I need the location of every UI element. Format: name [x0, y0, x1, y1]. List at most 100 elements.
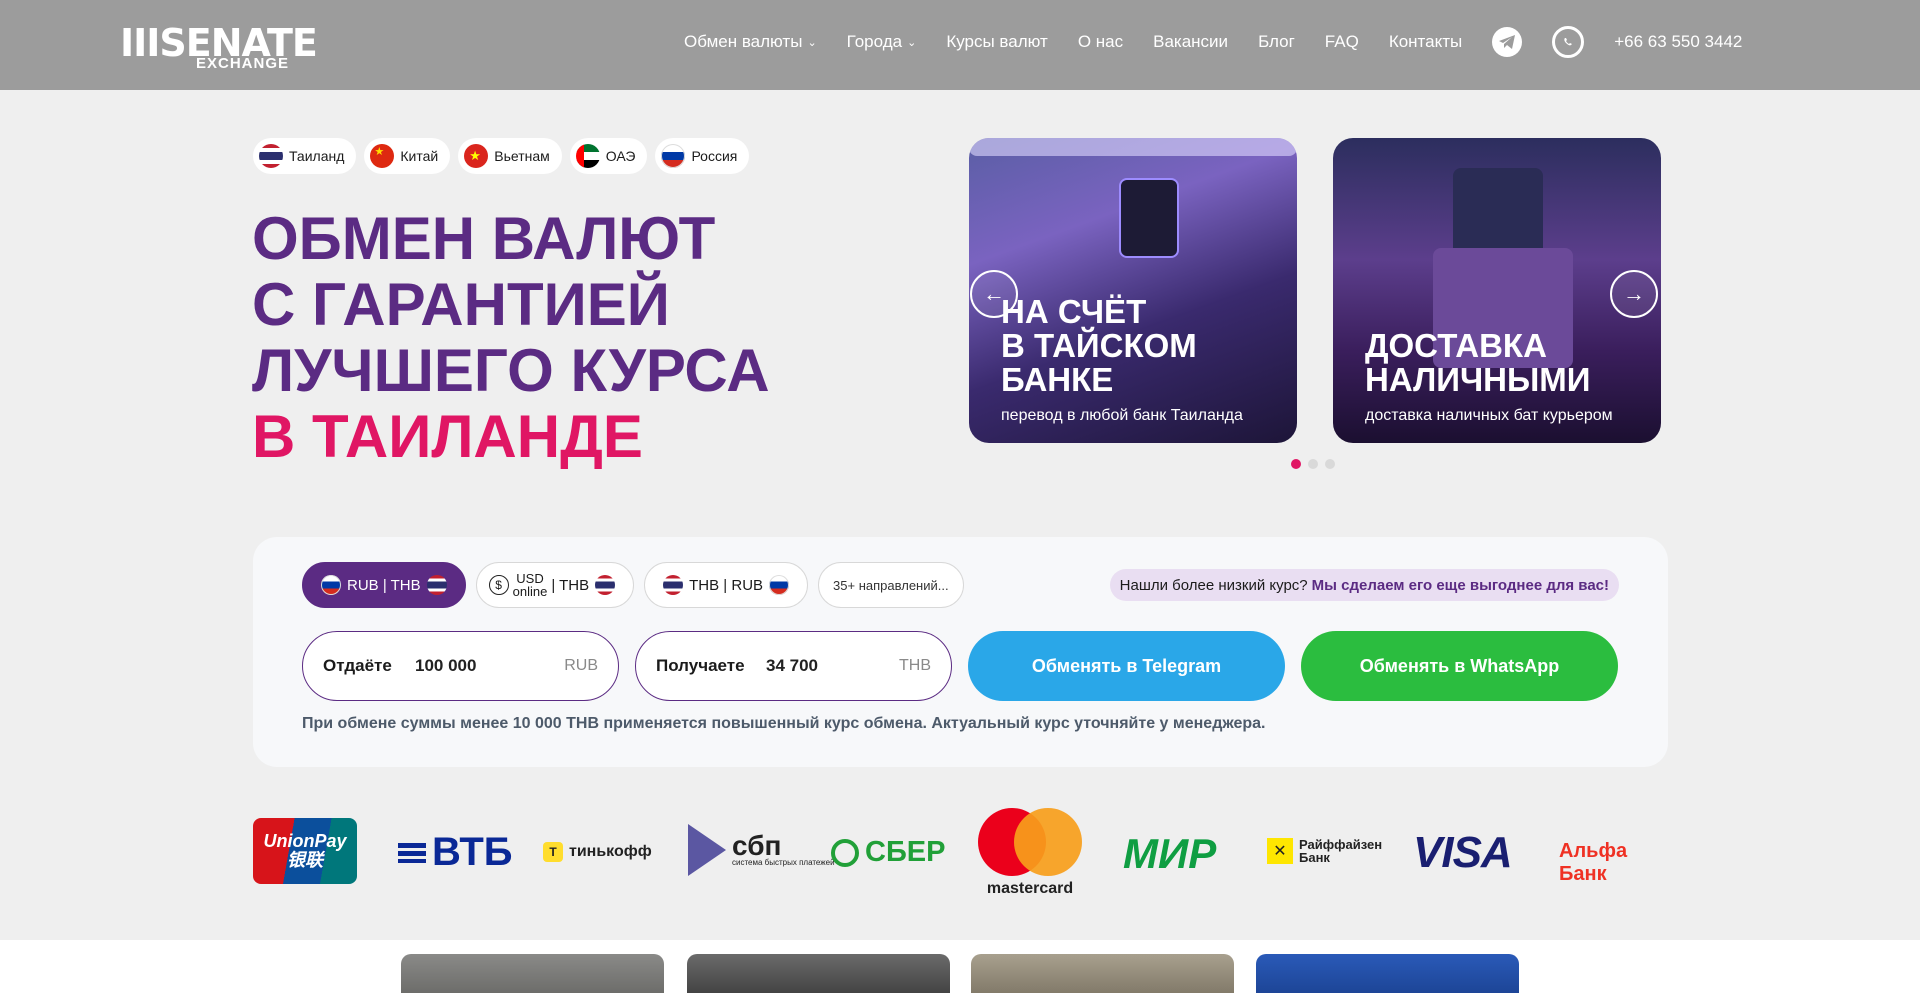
chip-label: Китай: [400, 148, 439, 164]
nav-item-blog[interactable]: Блог: [1258, 32, 1295, 52]
slider-next-button[interactable]: →: [1610, 270, 1658, 318]
arrow-left-icon: ←: [983, 281, 1005, 306]
slider-prev-button[interactable]: ←: [970, 270, 1018, 318]
vietnam-flag-icon: [464, 144, 489, 168]
tab-label: RUB | THB: [347, 576, 421, 594]
nav-item-contacts[interactable]: Контакты: [1389, 32, 1462, 52]
sbp-small-text: система быстрых платежей: [732, 858, 835, 867]
slide-title-line: ДОСТАВКА: [1365, 327, 1547, 364]
tab-usd-thb[interactable]: $ USD online | THB: [475, 562, 635, 608]
chip-label: Таиланд: [289, 148, 345, 164]
raiffeisen-logo: ✕ Райффайзен Банк: [1267, 838, 1382, 864]
promo-badge[interactable]: Нашли более низкий курс? Мы сделаем его …: [1109, 569, 1619, 601]
office-thumbnail[interactable]: [401, 954, 664, 993]
nav-item-vacancies[interactable]: Вакансии: [1153, 32, 1228, 52]
country-selector: Таиланд Китай Вьетнам ОАЭ Россия: [253, 138, 757, 174]
slider-dots: [1291, 459, 1342, 469]
chip-label: Россия: [691, 148, 738, 164]
slide-title: НА СЧЁТ В ТАЙСКОМ БАНКЕ: [1001, 295, 1197, 397]
give-amount-input[interactable]: 100 000: [415, 656, 476, 676]
tinkoff-text: тинькофф: [569, 843, 652, 860]
exchange-telegram-button[interactable]: Обменять в Telegram: [968, 631, 1285, 701]
slide-courier-helmet-decoration: [1453, 168, 1543, 258]
country-chip-russia[interactable]: Россия: [655, 138, 750, 174]
thailand-flag-icon: [426, 575, 447, 595]
site-logo[interactable]: IIISENATE EXCHANGE: [120, 20, 318, 72]
arrow-right-icon: →: [1623, 281, 1645, 306]
get-amount-input[interactable]: 34 700: [766, 656, 818, 676]
tab-label: THB | RUB: [689, 576, 764, 594]
russia-flag-icon: [321, 575, 341, 595]
nav-label: Обмен валюты: [684, 32, 803, 51]
nav-label: Города: [846, 32, 903, 51]
sber-logo: СБЕР: [831, 836, 945, 869]
unionpay-text: UnionPay: [263, 831, 347, 851]
hero-line-3: ЛУЧШЕГО КУРСА: [252, 337, 770, 404]
sbp-text: сбп: [732, 830, 782, 861]
slide-subtitle: перевод в любой банк Таиланда: [1001, 407, 1243, 424]
give-label: Отдаёте: [323, 656, 392, 675]
unionpay-cn-text: 银联: [287, 850, 323, 870]
chevron-down-icon: ⌄: [907, 36, 917, 49]
slide-screen-decoration: [1119, 178, 1179, 258]
exchange-whatsapp-button[interactable]: Обменять в WhatsApp: [1301, 631, 1618, 701]
give-amount-field[interactable]: Отдаёте 100 000 RUB: [302, 631, 619, 701]
slide-subtitle: доставка наличных бат курьером: [1365, 407, 1613, 424]
nav-item-rates[interactable]: Курсы валют: [946, 32, 1048, 52]
main-nav: Обмен валюты ⌄ Города ⌄ Курсы валют О нас …: [684, 0, 1742, 84]
raiffeisen-x-icon: ✕: [1267, 838, 1293, 864]
phone-link[interactable]: +66 63 550 3442: [1614, 32, 1742, 52]
site-header: IIISENATE EXCHANGE Обмен валюты ⌄ Города ⌄…: [0, 0, 1920, 90]
slider-dot[interactable]: [1308, 459, 1318, 469]
usd-online-label: USD online: [513, 572, 548, 598]
tab-label: | THB: [551, 576, 590, 594]
promo-strong-text: Мы сделаем его еще выгоднее для вас!: [1311, 576, 1609, 594]
exchange-panel: RUB | THB $ USD online | THB THB | RUB 3…: [253, 537, 1668, 767]
thailand-flag-icon: [259, 144, 283, 168]
nav-item-about[interactable]: О нас: [1078, 32, 1123, 52]
offices-preview-strip: [0, 940, 1920, 993]
tab-more-directions[interactable]: 35+ направлений...: [818, 562, 964, 608]
slider-dot[interactable]: [1291, 459, 1301, 469]
nav-item-cities[interactable]: Города ⌄: [847, 32, 917, 52]
get-amount-field[interactable]: Получаете 34 700 THB: [635, 631, 952, 701]
logo-sub: EXCHANGE: [196, 55, 290, 72]
country-chip-thailand[interactable]: Таиланд: [253, 138, 357, 174]
telegram-icon[interactable]: [1492, 27, 1523, 57]
vtb-logo: ВТБ: [398, 830, 513, 875]
chevron-down-icon: ⌄: [807, 36, 817, 49]
give-currency: RUB: [564, 657, 598, 674]
tab-rub-thb[interactable]: RUB | THB: [302, 562, 466, 608]
thailand-flag-icon: [595, 575, 616, 595]
country-chip-vietnam[interactable]: Вьетнам: [458, 138, 562, 174]
dollar-icon: $: [488, 575, 509, 595]
tinkoff-shield-icon: Т: [543, 842, 563, 862]
sbp-logo: сбп система быстрых платежей: [688, 824, 835, 876]
chip-label: ОАЭ: [605, 148, 636, 164]
country-chip-uae[interactable]: ОАЭ: [569, 138, 648, 174]
sbp-triangle-icon: [688, 824, 726, 876]
vtb-text: ВТБ: [432, 830, 513, 874]
country-chip-china[interactable]: Китай: [364, 138, 451, 174]
office-thumbnail[interactable]: [971, 954, 1234, 993]
slide-title-line: БАНКЕ: [1001, 361, 1114, 398]
sbp-text-block: сбп система быстрых платежей: [732, 830, 835, 867]
tinkoff-logo: Т тинькофф: [543, 842, 652, 862]
mir-logo: МИР: [1123, 830, 1217, 877]
office-thumbnail[interactable]: [687, 954, 950, 993]
chip-label: Вьетнам: [494, 148, 550, 164]
slide-title-line: НАЛИЧНЫМИ: [1365, 361, 1591, 398]
tab-thb-rub[interactable]: THB | RUB: [644, 562, 809, 608]
slide-bank-transfer[interactable]: НА СЧЁТ В ТАЙСКОМ БАНКЕ перевод в любой …: [969, 138, 1297, 443]
mastercard-circles-icon: [975, 808, 1085, 876]
nav-item-faq[interactable]: FAQ: [1325, 32, 1359, 52]
get-label: Получаете: [656, 656, 745, 675]
nav-item-exchange[interactable]: Обмен валюты ⌄: [684, 32, 817, 52]
sber-text: СБЕР: [865, 836, 946, 868]
slider-dot[interactable]: [1325, 459, 1335, 469]
whatsapp-icon[interactable]: [1552, 26, 1585, 58]
office-thumbnail[interactable]: [1256, 954, 1519, 993]
slide-title: ДОСТАВКА НАЛИЧНЫМИ: [1365, 329, 1590, 397]
unionpay-logo: UnionPay 银联: [253, 818, 357, 884]
hero-line-1: ОБМЕН ВАЛЮТ: [252, 205, 716, 272]
